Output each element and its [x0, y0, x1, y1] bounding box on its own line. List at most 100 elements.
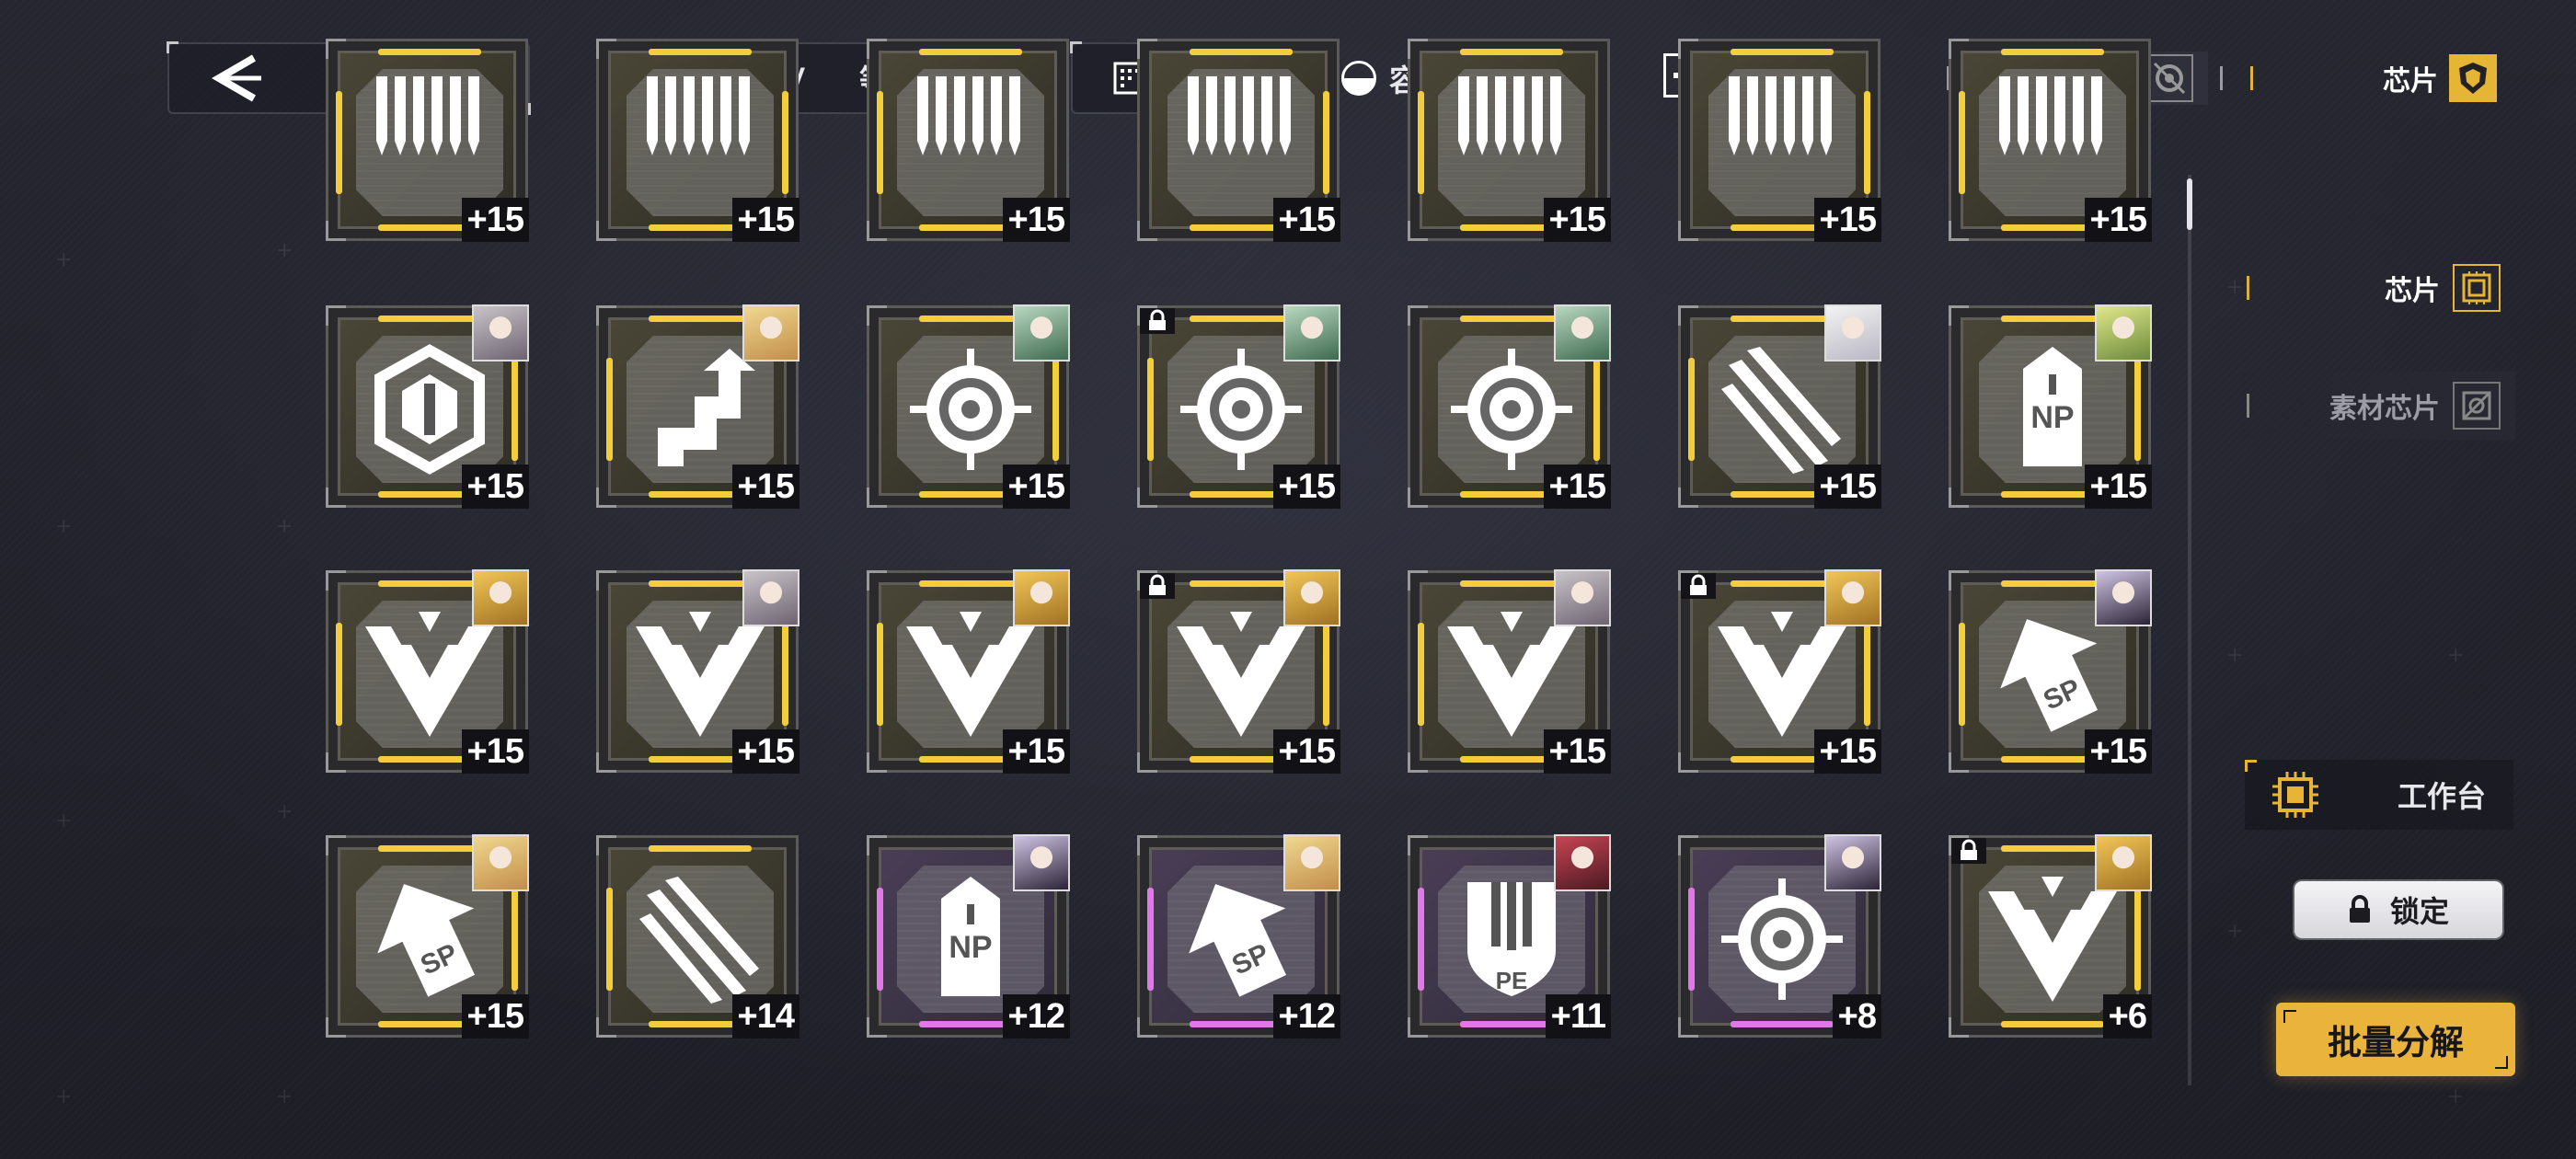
chip-card[interactable]: +15	[1408, 569, 1611, 774]
chip-card[interactable]: +15	[1678, 304, 1881, 509]
chip-quality-bar	[919, 580, 1022, 587]
chip-quality-bar	[1418, 623, 1424, 726]
spikes-icon	[1175, 76, 1307, 209]
chip-corner	[1949, 752, 1969, 773]
chip-card[interactable]: +15	[1678, 569, 1881, 774]
chip-quality-bar	[1593, 358, 1600, 461]
target-icon	[904, 343, 1037, 476]
double-chevron-icon	[904, 608, 1037, 740]
chip-quality-bar	[2001, 580, 2104, 587]
chip-card[interactable]: +15	[867, 569, 1070, 774]
chip-level: +15	[461, 729, 529, 774]
spikes-icon	[904, 76, 1037, 209]
chip-quality-bar	[1959, 91, 1965, 194]
chip-level: +15	[1272, 729, 1340, 774]
chip-card[interactable]: +6	[1949, 834, 2152, 1039]
chip-quality-bar	[378, 316, 481, 322]
chip-card[interactable]: +15	[596, 39, 799, 242]
chip-quality-bar	[1323, 91, 1329, 194]
chip-card[interactable]: SP +15	[326, 834, 529, 1039]
chip-quality-bar	[1864, 623, 1870, 726]
sidebar-item-label: 芯片	[2385, 276, 2440, 306]
chip-quality-bar	[606, 888, 613, 991]
chip-card[interactable]: +15	[326, 304, 529, 509]
chip-card[interactable]: +15	[867, 304, 1070, 509]
chip-corner	[1408, 39, 1428, 59]
sidebar-item-chips[interactable]: 芯片	[2241, 254, 2515, 322]
tab-chips[interactable]: 芯片	[2245, 52, 2512, 105]
double-chevron-icon	[1986, 873, 2119, 1005]
chip-card[interactable]: +15	[326, 39, 529, 242]
sidebar-marker	[2247, 394, 2249, 418]
character-avatar	[472, 304, 529, 361]
chip-card[interactable]: SP +12	[1137, 834, 1340, 1039]
background-plus-mark: +	[2226, 644, 2244, 667]
chip-quality-bar	[1418, 888, 1424, 991]
spikes-icon	[363, 76, 496, 209]
chip-corner	[1949, 39, 1969, 59]
chip-level: +8	[1832, 994, 1881, 1039]
chip-quality-bar	[1418, 91, 1424, 194]
np-bullet-icon: NP	[904, 873, 1037, 1005]
chip-level: +15	[461, 994, 529, 1039]
character-avatar	[1554, 834, 1611, 891]
background-plus-mark: +	[2226, 920, 2244, 943]
chip-corner	[596, 570, 616, 591]
chip-card[interactable]: +15	[1137, 568, 1340, 774]
workbench-button[interactable]: 工作台	[2245, 760, 2513, 830]
chip-card[interactable]: +15	[1678, 39, 1881, 242]
chip-level: +15	[2084, 465, 2152, 509]
chip-card[interactable]: +8	[1678, 834, 1881, 1039]
chip-corner	[596, 39, 616, 59]
chip-corner	[596, 305, 616, 326]
chip-card[interactable]: +15	[1137, 304, 1340, 509]
chip-corner	[867, 570, 887, 591]
chip-quality-bar	[649, 49, 752, 55]
tab-chips-label: 芯片	[2383, 66, 2438, 97]
chip-quality-bar	[919, 316, 1022, 322]
chip-card[interactable]: +15	[1408, 304, 1611, 509]
chip-corner	[1408, 570, 1428, 591]
chip-corner	[1949, 305, 1969, 326]
chip-corner	[1678, 488, 1698, 508]
chip-card[interactable]: +15	[1949, 39, 2152, 242]
chip-card[interactable]: SP +15	[1949, 569, 2152, 774]
character-avatar	[1824, 569, 1881, 626]
chip-card[interactable]: +15	[596, 569, 799, 774]
chip-card[interactable]: +15	[867, 39, 1070, 242]
chip-card[interactable]: +15	[596, 304, 799, 509]
chip-quality-bar	[1147, 888, 1154, 991]
chip-card[interactable]: +15	[1408, 39, 1611, 242]
chip-card[interactable]: NP +12	[867, 834, 1070, 1039]
chip-card[interactable]: +15	[326, 569, 529, 774]
chip-quality-bar	[1688, 358, 1695, 461]
zigzag-arrow-icon	[634, 343, 766, 476]
chip-quality-bar	[512, 358, 518, 461]
chip-card[interactable]: NP +15	[1949, 304, 2152, 509]
chip-card[interactable]: +15	[1137, 39, 1340, 242]
chip-level: +6	[2102, 994, 2152, 1039]
target-icon	[1175, 343, 1307, 476]
chip-frame-icon	[2453, 264, 2501, 312]
scrollbar-thumb[interactable]	[2187, 178, 2192, 230]
hexagon-icon	[363, 343, 496, 476]
character-avatar	[1554, 304, 1611, 361]
chip-level: +15	[1272, 198, 1340, 242]
workbench-label: 工作台	[2397, 780, 2486, 813]
sidebar-item-material-chips[interactable]: 素材芯片	[2241, 372, 2515, 440]
lock-icon	[1140, 568, 1175, 599]
chip-corner	[1137, 39, 1157, 59]
chip-level: +15	[1002, 729, 1070, 774]
chip-quality-bar	[336, 623, 342, 726]
lock-icon	[2349, 895, 2370, 923]
double-chevron-icon	[1175, 608, 1307, 740]
lock-button[interactable]: 锁定	[2294, 881, 2502, 938]
batch-decompose-button[interactable]: 批量分解	[2276, 1003, 2515, 1076]
character-avatar	[1824, 834, 1881, 891]
claw-icon	[634, 873, 766, 1005]
scrollbar-track[interactable]	[2188, 175, 2191, 1085]
chip-quality-bar	[877, 623, 883, 726]
chip-corner	[1137, 835, 1157, 855]
chip-card[interactable]: +14	[596, 835, 799, 1039]
chip-card[interactable]: PE +11	[1408, 834, 1611, 1039]
